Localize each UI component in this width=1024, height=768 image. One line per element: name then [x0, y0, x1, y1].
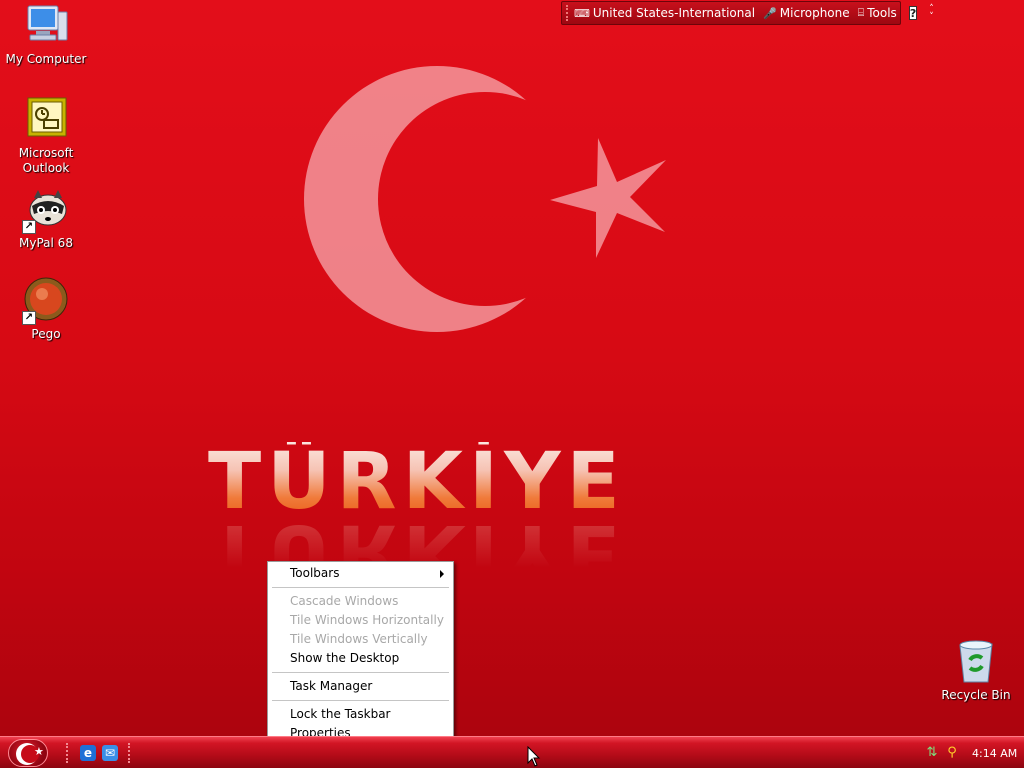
menu-item-label: Toolbars — [290, 566, 340, 580]
menu-separator — [272, 700, 449, 701]
desktop-icon-recycle-bin[interactable]: Recycle Bin — [930, 638, 1022, 703]
microphone-label: Microphone — [779, 6, 850, 20]
outlook-express-icon[interactable]: ✉ — [102, 745, 118, 761]
desktop-icon-label: MyPal 68 — [19, 236, 73, 250]
microphone-button[interactable]: 🎤 Microphone — [763, 6, 850, 20]
language-bar[interactable]: ⌨ United States-International 🎤 Micropho… — [561, 1, 934, 25]
menu-item-cascade-windows: Cascade Windows — [270, 592, 451, 611]
menu-item-label: Cascade Windows — [290, 594, 399, 608]
language-bar-grip[interactable] — [566, 5, 568, 21]
mypal-icon: ↗ — [22, 186, 70, 234]
tools-icon: ⌸ — [857, 6, 865, 19]
desktop-icon-label: Pego — [31, 327, 61, 341]
desktop-icon-mypal[interactable]: ↗ MyPal 68 — [0, 186, 92, 251]
outlook-icon — [22, 96, 70, 144]
system-tray: ⇅ ⚲ 4:14 AM — [920, 737, 1024, 768]
menu-item-lock-taskbar[interactable]: Lock the Taskbar — [270, 705, 451, 724]
desktop-icon-my-computer[interactable]: My Computer — [0, 2, 92, 67]
minimize-restore-icon[interactable]: ˄ ˅ — [929, 5, 934, 22]
taskbar[interactable]: ★ e ✉ ⇅ ⚲ 4:14 AM — [0, 736, 1024, 768]
quick-launch-grip[interactable] — [66, 743, 69, 763]
desktop-wallpaper: TÜRKİYE TÜRKİYE — [0, 0, 1024, 736]
menu-separator — [272, 672, 449, 673]
computer-icon — [22, 2, 70, 50]
menu-item-label: Task Manager — [290, 679, 373, 693]
tools-label: Tools — [867, 6, 897, 20]
start-button[interactable]: ★ — [8, 739, 48, 767]
crescent-star-emblem — [0, 0, 1024, 736]
taskbar-context-menu: Toolbars Cascade Windows Tile Windows Ho… — [267, 561, 454, 745]
menu-item-label: Show the Desktop — [290, 651, 400, 665]
language-selector[interactable]: ⌨ United States-International — [574, 6, 755, 20]
language-label: United States-International — [592, 6, 756, 20]
microphone-icon: 🎤 — [763, 6, 777, 20]
submenu-arrow-icon — [440, 570, 444, 578]
pego-icon: ↗ — [22, 277, 70, 325]
menu-item-label: Tile Windows Horizontally — [290, 613, 444, 627]
taskbar-buttons-grip[interactable] — [128, 743, 131, 763]
help-icon[interactable]: ? — [908, 6, 918, 20]
recycle-bin-icon — [952, 638, 1000, 686]
tools-button[interactable]: ⌸ Tools — [858, 6, 897, 20]
menu-item-task-manager[interactable]: Task Manager — [270, 677, 451, 696]
menu-item-tile-vertically: Tile Windows Vertically — [270, 630, 451, 649]
keyboard-icon: ⌨ — [574, 6, 590, 20]
shortcut-arrow-icon: ↗ — [22, 220, 36, 234]
desktop-icon-label: My Computer — [5, 52, 87, 66]
menu-item-toolbars[interactable]: Toolbars — [270, 564, 451, 583]
desktop-icon-pego[interactable]: ↗ Pego — [0, 277, 92, 342]
search-icon[interactable]: ⚲ — [944, 745, 960, 761]
star-icon: ★ — [34, 745, 44, 758]
menu-item-tile-horizontally: Tile Windows Horizontally — [270, 611, 451, 630]
desktop-icon-label: Recycle Bin — [941, 688, 1011, 702]
network-icon[interactable]: ⇅ — [924, 745, 940, 761]
menu-item-show-desktop[interactable]: Show the Desktop — [270, 649, 451, 668]
mouse-cursor-icon — [527, 746, 541, 767]
menu-separator — [272, 587, 449, 588]
menu-item-label: Tile Windows Vertically — [290, 632, 428, 646]
menu-item-label: Lock the Taskbar — [290, 707, 391, 721]
desktop-icon-label: Microsoft Outlook — [18, 146, 74, 175]
shortcut-arrow-icon: ↗ — [22, 311, 36, 325]
internet-explorer-icon[interactable]: e — [80, 745, 96, 761]
wallpaper-title: TÜRKİYE — [208, 442, 768, 522]
desktop-icon-microsoft-outlook[interactable]: Microsoft Outlook — [0, 96, 92, 176]
clock[interactable]: 4:14 AM — [972, 747, 1017, 760]
